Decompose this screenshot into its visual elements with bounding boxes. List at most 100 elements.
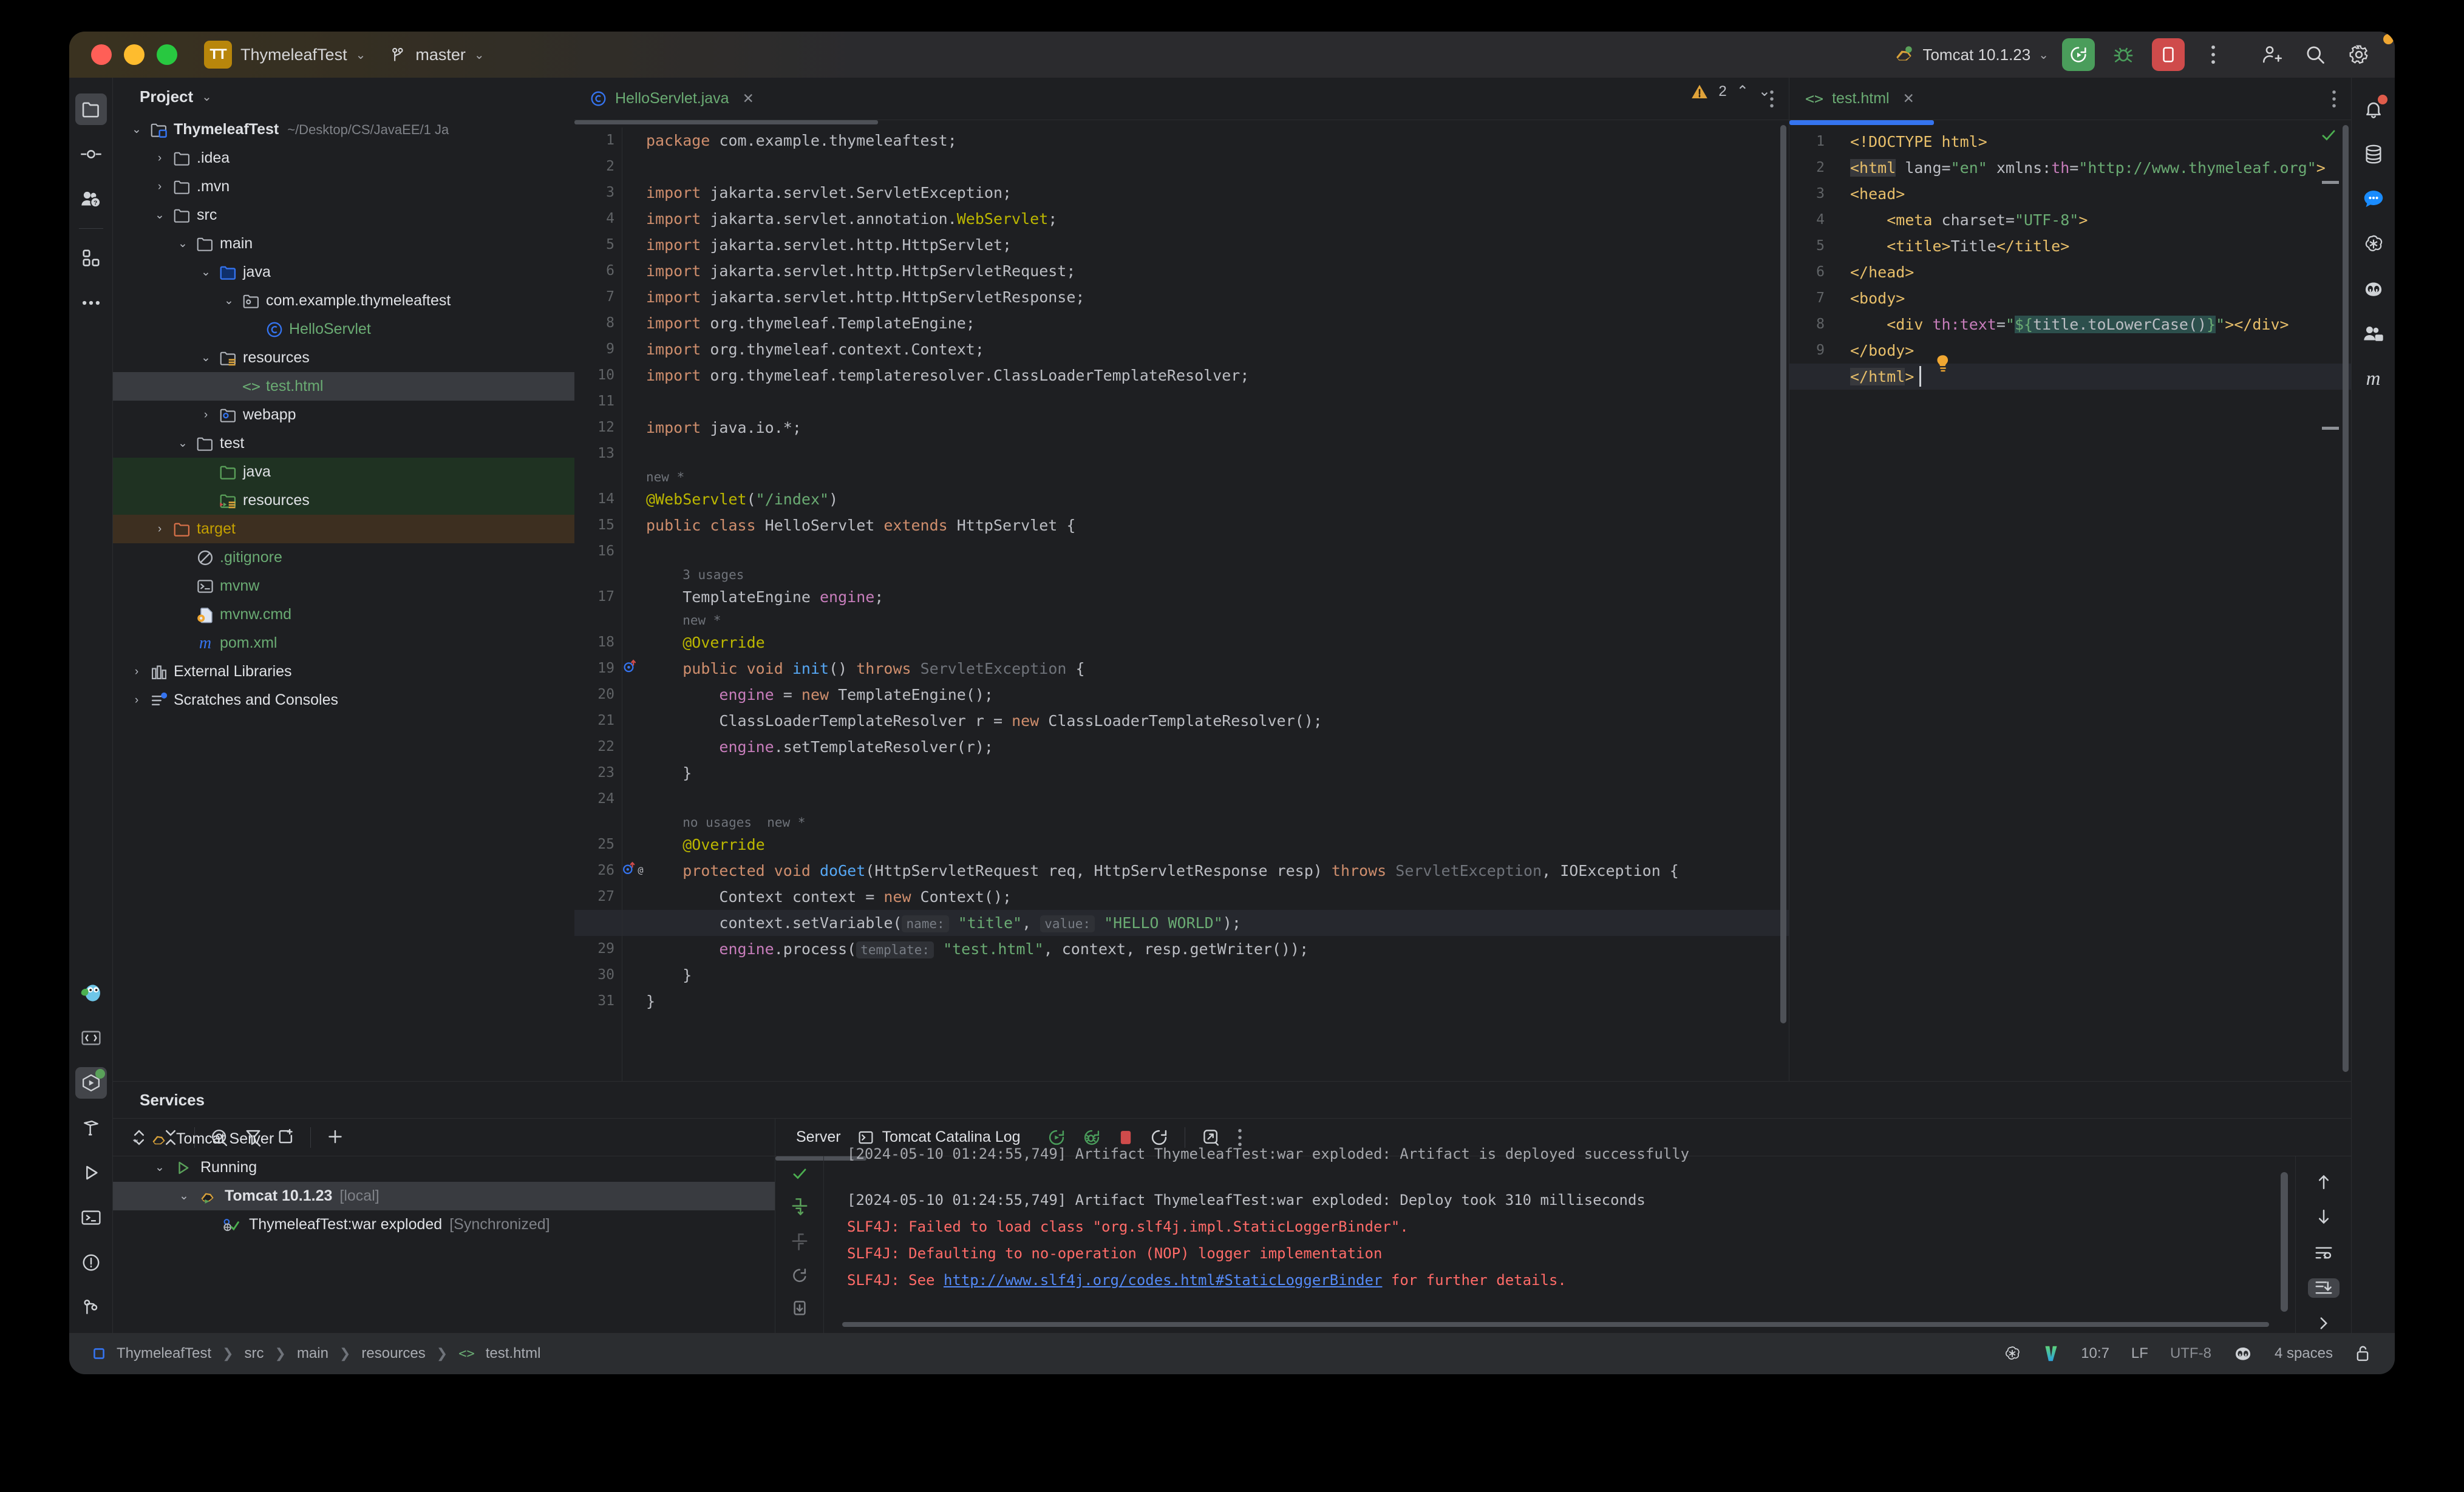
breadcrumb-item-3[interactable]: resources (361, 1345, 425, 1362)
project-tree-item[interactable]: ⌄ src (113, 201, 574, 229)
close-window-button[interactable] (91, 44, 112, 65)
project-tree-item[interactable]: <> test.html (113, 372, 574, 401)
chevron-down-icon[interactable]: ⌄ (149, 208, 170, 222)
download-log-icon[interactable] (791, 1300, 808, 1319)
log-horizontal-scrollbar[interactable] (842, 1322, 2269, 1327)
line-separator[interactable]: LF (2131, 1345, 2148, 1362)
maximize-window-button[interactable] (157, 44, 177, 65)
chevron-right-icon[interactable]: › (149, 523, 170, 536)
scroll-to-end-icon[interactable] (2307, 1278, 2340, 1298)
breadcrumb-item-1[interactable]: src (245, 1345, 264, 1362)
database-icon[interactable] (2358, 138, 2389, 170)
java-editor-vertical-scrollbar[interactable] (1780, 125, 1786, 1023)
log-console[interactable]: [2024-05-10 01:24:55,749] Artifact Thyme… (775, 1145, 2351, 1333)
chevron-right-icon[interactable]: › (149, 152, 170, 165)
inspection-ok-icon[interactable] (2321, 127, 2336, 143)
services-tool-window-icon[interactable] (75, 1067, 107, 1099)
services-tree-item[interactable]: ⌄ Running (113, 1153, 775, 1182)
next-problem-icon[interactable]: ⌄ (1758, 83, 1771, 100)
branch-selector[interactable]: master ⌄ (390, 46, 485, 64)
run-configuration-selector[interactable]: Tomcat 10.1.23 ⌄ (1894, 46, 2049, 64)
golang-plugin-icon[interactable] (75, 977, 107, 1009)
override-method-annotated-icon[interactable]: @ (622, 860, 646, 877)
project-tree-item[interactable]: › webapp (113, 401, 574, 429)
project-tree-item[interactable]: ⌄ test (113, 429, 574, 458)
openai-icon[interactable] (2358, 228, 2389, 260)
chevron-down-icon[interactable]: ⌄ (196, 351, 216, 365)
jump-to-previous-icon[interactable] (791, 1232, 808, 1252)
project-selector[interactable]: TT ThymeleafTest ⌄ (204, 41, 366, 69)
services-tree-item[interactable]: ⌄ Tomcat 10.1.23 [local] (113, 1182, 775, 1210)
restart-icon[interactable] (1151, 1128, 1168, 1147)
project-tree-item[interactable]: resources (113, 486, 574, 515)
expand-panel-icon[interactable] (2308, 1314, 2340, 1333)
chevron-down-icon[interactable]: ⌄ (196, 265, 216, 279)
override-method-icon[interactable] (622, 658, 639, 675)
project-tree-item[interactable]: HelloServlet (113, 315, 574, 344)
copilot-icon[interactable] (2358, 273, 2389, 305)
project-tree-item[interactable]: › target (113, 515, 574, 543)
scroll-down-icon[interactable] (2308, 1207, 2340, 1227)
debug-log-icon[interactable] (1083, 1128, 1101, 1147)
file-encoding[interactable]: UTF-8 (2170, 1345, 2211, 1362)
tab-helloservlet-java[interactable]: HelloServlet.java ✕ (574, 78, 770, 120)
jump-to-next-icon[interactable] (791, 1196, 808, 1217)
project-tree-item[interactable]: › External Libraries (113, 657, 574, 686)
project-tool-window-icon[interactable] (75, 93, 107, 125)
breadcrumb-item-2[interactable]: main (297, 1345, 328, 1362)
chevron-down-icon[interactable]: ⌄ (174, 1189, 194, 1203)
vim-status-icon[interactable] (2043, 1344, 2059, 1363)
code-brackets-icon[interactable] (75, 1022, 107, 1054)
copilot-status-icon[interactable] (2233, 1345, 2253, 1362)
build-tool-window-icon[interactable] (75, 1112, 107, 1144)
refresh-log-icon[interactable] (791, 1267, 808, 1285)
log-hyperlink[interactable]: http://www.slf4j.org/codes.html#StaticLo… (944, 1272, 1382, 1289)
version-control-icon[interactable] (75, 1292, 107, 1323)
breadcrumb-item-4[interactable]: test.html (486, 1345, 541, 1362)
project-tree-item[interactable]: ⌄ com.example.thymeleaftest (113, 287, 574, 315)
gear-icon[interactable] (2344, 34, 2394, 70)
soft-wrap-icon[interactable] (2308, 1243, 2340, 1262)
services-tree-item[interactable]: ⌄ Tomcat Server (113, 1125, 775, 1153)
html-editor-vertical-scrollbar[interactable] (2343, 125, 2349, 1072)
rerun-button[interactable] (2062, 38, 2095, 71)
tab-test-html[interactable]: <> test.html ✕ (1789, 78, 1930, 120)
project-tree-item[interactable]: › Scratches and Consoles (113, 686, 574, 714)
more-tool-windows-icon[interactable] (75, 287, 107, 319)
stop-button[interactable] (2152, 38, 2185, 71)
indent-setting[interactable]: 4 spaces (2275, 1345, 2333, 1362)
project-tree-item[interactable]: java (113, 458, 574, 486)
editor-options-icon[interactable] (2332, 90, 2336, 108)
structure-tool-window-icon[interactable] (75, 242, 107, 274)
close-icon[interactable]: ✕ (743, 90, 754, 107)
problems-tool-window-icon[interactable] (75, 1247, 107, 1278)
project-tree-item[interactable]: › .idea (113, 144, 574, 172)
maven-tool-window-icon[interactable]: m (2358, 363, 2389, 395)
code-with-me-icon[interactable]: ? (75, 183, 107, 215)
breadcrumb-item-0[interactable]: ThymeleafTest (117, 1345, 211, 1362)
terminal-tool-window-icon[interactable] (75, 1202, 107, 1233)
chevron-down-icon[interactable]: ⌄ (172, 436, 193, 450)
stop-log-icon[interactable] (1118, 1128, 1134, 1147)
project-tree-item[interactable]: m pom.xml (113, 629, 574, 657)
add-user-icon[interactable] (2256, 39, 2287, 70)
project-tree-item[interactable]: ⌄ ThymeleafTest ~/Desktop/CS/JavaEE/1 Ja (113, 115, 574, 144)
project-tree-item[interactable]: mvnw.cmd (113, 600, 574, 629)
more-log-actions-icon[interactable] (1237, 1128, 1242, 1147)
project-tree-item[interactable]: ⌄ resources (113, 344, 574, 372)
chevron-down-icon[interactable]: ⌄ (125, 1132, 146, 1146)
ai-chat-icon[interactable] (2358, 183, 2389, 215)
services-tree-item[interactable]: ThymeleafTest:war exploded [Synchronized] (113, 1210, 775, 1239)
project-tree-item[interactable]: ⌄ java (113, 258, 574, 287)
project-tree-item[interactable]: .gitignore (113, 543, 574, 572)
minimize-window-button[interactable] (124, 44, 145, 65)
intention-bulb-icon[interactable] (1935, 354, 1951, 373)
more-actions-button[interactable] (2198, 39, 2228, 70)
previous-problem-icon[interactable]: ⌃ (1737, 83, 1749, 100)
project-panel-header[interactable]: Project ⌄ (113, 78, 574, 115)
chevron-right-icon[interactable]: › (126, 665, 147, 679)
scroll-up-icon[interactable] (2308, 1172, 2340, 1192)
notifications-icon[interactable] (2358, 93, 2389, 125)
chevron-down-icon[interactable]: ⌄ (126, 123, 147, 137)
project-tree-item[interactable]: mvnw (113, 572, 574, 600)
